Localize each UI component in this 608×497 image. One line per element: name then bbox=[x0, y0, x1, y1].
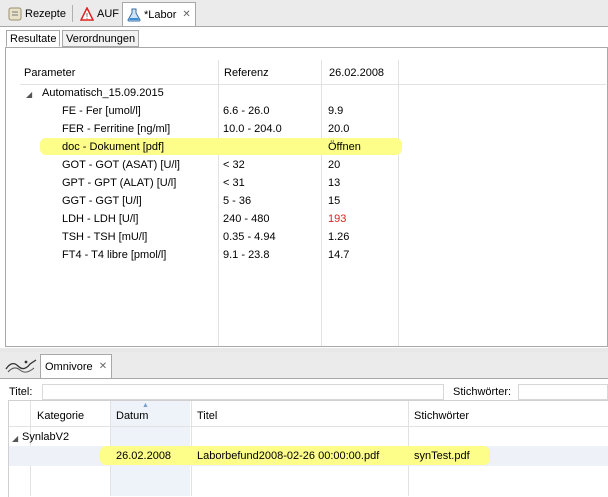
ref-cell: 9.1 - 23.8 bbox=[223, 249, 270, 261]
param-cell[interactable]: GOT - GOT (ASAT) [U/l] bbox=[62, 158, 180, 172]
value-cell: 14.7 bbox=[328, 249, 350, 261]
ref-cell: 0.35 - 4.94 bbox=[223, 231, 276, 243]
param-cell[interactable]: FER - Ferritine [ng/ml] bbox=[62, 122, 170, 136]
recipe-icon bbox=[8, 7, 22, 21]
header-divider bbox=[9, 426, 608, 427]
close-icon[interactable]: ✕ bbox=[99, 361, 107, 372]
title-input[interactable] bbox=[42, 384, 444, 400]
document-date[interactable]: 26.02.2008 bbox=[116, 449, 171, 463]
sort-ascending-icon: ▲ bbox=[142, 402, 149, 409]
value-cell: 15 bbox=[328, 195, 341, 207]
value-cell-abnormal: 193 bbox=[328, 213, 347, 225]
lab-flask-icon bbox=[127, 8, 141, 22]
column-divider bbox=[398, 60, 399, 346]
column-divider bbox=[321, 60, 322, 346]
svg-text:!: ! bbox=[86, 12, 88, 21]
title-label: Titel: bbox=[9, 386, 33, 398]
column-header-parameter[interactable]: Parameter bbox=[24, 66, 75, 80]
ref-cell: 6.6 - 26.0 bbox=[223, 105, 270, 117]
tab-rezepte[interactable]: Rezepte bbox=[4, 3, 70, 25]
header-divider bbox=[20, 84, 606, 85]
tab-auf[interactable]: ! AUF bbox=[76, 3, 123, 25]
param-cell[interactable]: FE - Fer [umol/l] bbox=[62, 104, 141, 118]
document-title[interactable]: Laborbefund2008-02-26 00:00:00.pdf bbox=[197, 449, 379, 463]
tab-labor-label: *Labor bbox=[144, 8, 177, 21]
column-divider bbox=[218, 60, 219, 346]
column-header-date[interactable]: 26.02.2008 bbox=[329, 66, 384, 80]
value-cell: 20 bbox=[328, 159, 341, 171]
column-header-referenz[interactable]: Referenz bbox=[224, 66, 269, 80]
ref-cell: 240 - 480 bbox=[223, 213, 270, 225]
keywords-input[interactable] bbox=[518, 384, 608, 400]
tab-separator bbox=[72, 5, 73, 22]
tab-labor[interactable]: *Labor ✕ bbox=[122, 2, 196, 26]
value-cell: 13 bbox=[328, 177, 341, 189]
group-label[interactable]: Automatisch_15.09.2015 bbox=[42, 86, 164, 100]
close-icon[interactable]: ✕ bbox=[182, 9, 190, 20]
tab-auf-label: AUF bbox=[97, 8, 119, 20]
ref-cell: < 31 bbox=[223, 177, 245, 189]
keywords-label: Stichwörter: bbox=[453, 386, 512, 398]
value-cell: 20.0 bbox=[328, 123, 350, 135]
column-header-stichwoerter[interactable]: Stichwörter bbox=[414, 409, 469, 423]
tree-expand-icon[interactable]: ◢ bbox=[26, 90, 32, 99]
omnivore-icon bbox=[4, 356, 38, 379]
document-keywords[interactable]: synTest.pdf bbox=[414, 449, 470, 463]
warning-icon: ! bbox=[80, 7, 94, 21]
tree-expand-icon[interactable]: ◢ bbox=[12, 434, 18, 443]
ref-cell: 5 - 36 bbox=[223, 195, 252, 207]
tab-resultate-label: Resultate bbox=[10, 32, 57, 45]
value-cell: 9.9 bbox=[328, 105, 344, 117]
tab-resultate[interactable]: Resultate bbox=[6, 30, 61, 47]
tab-verordnungen[interactable]: Verordnungen bbox=[62, 30, 140, 47]
param-cell[interactable]: TSH - TSH [mU/l] bbox=[62, 230, 147, 244]
category-group-label[interactable]: SynlabV2 bbox=[22, 430, 69, 444]
column-header-kategorie[interactable]: Kategorie bbox=[37, 409, 84, 423]
param-cell[interactable]: GPT - GPT (ALAT) [U/l] bbox=[62, 176, 176, 190]
column-header-titel[interactable]: Titel bbox=[197, 409, 217, 423]
ref-cell: 10.0 - 204.0 bbox=[223, 123, 282, 135]
param-cell[interactable]: LDH - LDH [U/l] bbox=[62, 212, 138, 226]
open-document-link[interactable]: Öffnen bbox=[328, 140, 361, 154]
ref-cell: < 32 bbox=[223, 159, 245, 171]
tab-omnivore[interactable]: Omnivore ✕ bbox=[40, 354, 113, 378]
column-header-datum[interactable]: Datum bbox=[116, 409, 148, 423]
tab-rezepte-label: Rezepte bbox=[25, 8, 66, 20]
tab-verordnungen-label: Verordnungen bbox=[66, 32, 136, 45]
value-cell: 1.26 bbox=[328, 231, 350, 243]
param-cell[interactable]: GGT - GGT [U/l] bbox=[62, 194, 142, 208]
param-cell[interactable]: FT4 - T4 libre [pmol/l] bbox=[62, 248, 166, 262]
param-cell-document[interactable]: doc - Dokument [pdf] bbox=[62, 140, 164, 154]
tab-omnivore-label: Omnivore bbox=[45, 360, 93, 373]
